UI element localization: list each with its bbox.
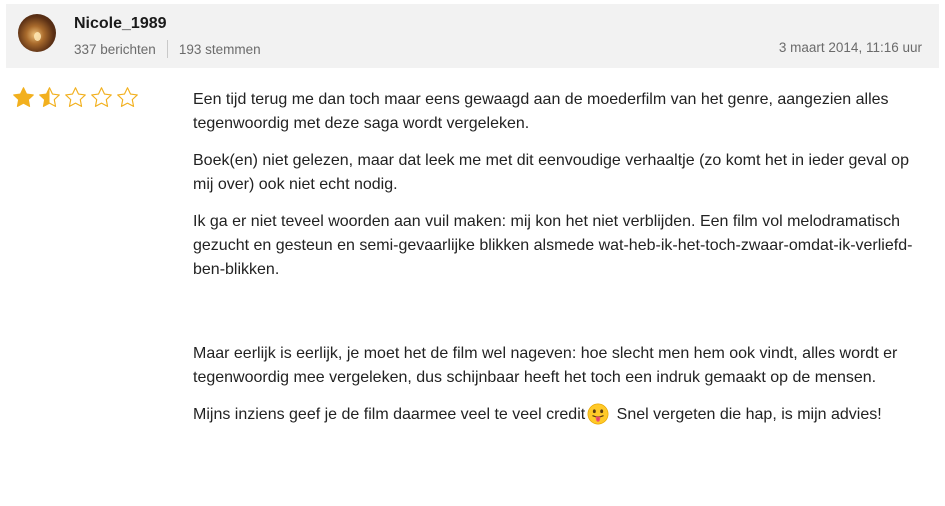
- star-icon-empty: [91, 87, 112, 107]
- review-text-after-emoji: Snel vergeten die hap, is mijn advies!: [616, 406, 882, 423]
- stats-divider: [166, 40, 168, 58]
- star-rating: [12, 86, 139, 109]
- review-paragraph: Maar eerlijk is eerlijk, je moet het de …: [193, 345, 898, 386]
- author-stats: 337 berichten 193 stemmen: [74, 40, 261, 58]
- review-timestamp: 3 maart 2014, 11:16 uur: [778, 40, 922, 55]
- review-paragraph: Boek(en) niet gelezen, maar dat leek me …: [193, 152, 909, 193]
- review-paragraph-last: Mijns inziens geef je de film daarmee ve…: [193, 403, 913, 427]
- author-posts-link[interactable]: 337 berichten: [74, 42, 156, 57]
- review-header: Nicole_1989 337 berichten 193 stemmen 3 …: [6, 4, 939, 68]
- author-name[interactable]: Nicole_1989: [74, 15, 167, 33]
- avatar[interactable]: [18, 14, 56, 52]
- review-paragraph: Ik ga er niet teveel woorden aan vuil ma…: [193, 213, 913, 278]
- review-text-before-emoji: Mijns inziens geef je de film daarmee ve…: [193, 406, 586, 423]
- star-icon-empty: [65, 87, 86, 107]
- review-paragraph: Een tijd terug me dan toch maar eens gew…: [193, 91, 889, 132]
- tongue-out-emoji-icon: [587, 403, 609, 425]
- star-icon-full: [13, 87, 34, 107]
- avatar-highlight: [34, 32, 41, 41]
- review-card: Nicole_1989 337 berichten 193 stemmen 3 …: [0, 0, 945, 506]
- review-body: Een tijd terug me dan toch maar eens gew…: [193, 88, 913, 440]
- author-votes-link[interactable]: 193 stemmen: [179, 42, 261, 57]
- star-icon-half: [39, 87, 60, 107]
- star-icon-empty: [117, 87, 138, 107]
